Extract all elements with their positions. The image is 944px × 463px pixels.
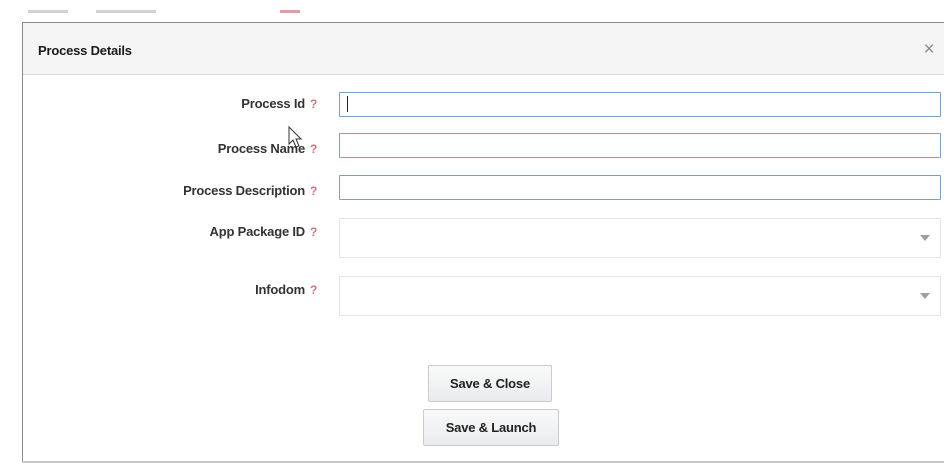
dropdown-arrow-icon — [920, 293, 930, 299]
save-close-button[interactable]: Save & Close — [428, 365, 552, 402]
dialog-title: Process Details — [38, 43, 132, 58]
process-description-label: Process Description — [183, 183, 305, 198]
app-package-id-label: App Package ID — [209, 224, 306, 239]
background-fragment — [96, 10, 156, 13]
text-caret — [347, 96, 348, 112]
help-icon[interactable]: ? — [310, 184, 317, 198]
close-icon[interactable]: × — [919, 40, 939, 60]
help-icon[interactable]: ? — [310, 283, 317, 297]
dialog-header: Process Details × — [23, 23, 944, 75]
process-details-dialog: Process Details × Process Id ? Process N… — [22, 22, 944, 463]
process-description-input[interactable] — [339, 175, 941, 200]
help-icon[interactable]: ? — [310, 97, 317, 111]
dropdown-arrow-icon — [920, 235, 930, 241]
background-fragment — [280, 10, 300, 13]
save-launch-button[interactable]: Save & Launch — [423, 409, 559, 446]
help-icon[interactable]: ? — [310, 225, 317, 239]
infodom-label: Infodom — [255, 282, 305, 297]
process-id-input[interactable] — [339, 92, 941, 117]
process-name-input[interactable] — [339, 133, 941, 158]
infodom-select[interactable] — [339, 276, 941, 316]
process-id-label: Process Id — [241, 96, 305, 111]
app-package-id-select[interactable] — [339, 218, 941, 258]
background-fragment — [28, 10, 68, 13]
help-icon[interactable]: ? — [310, 142, 317, 156]
mouse-pointer-icon — [288, 126, 303, 148]
background-page-strip — [0, 0, 944, 22]
